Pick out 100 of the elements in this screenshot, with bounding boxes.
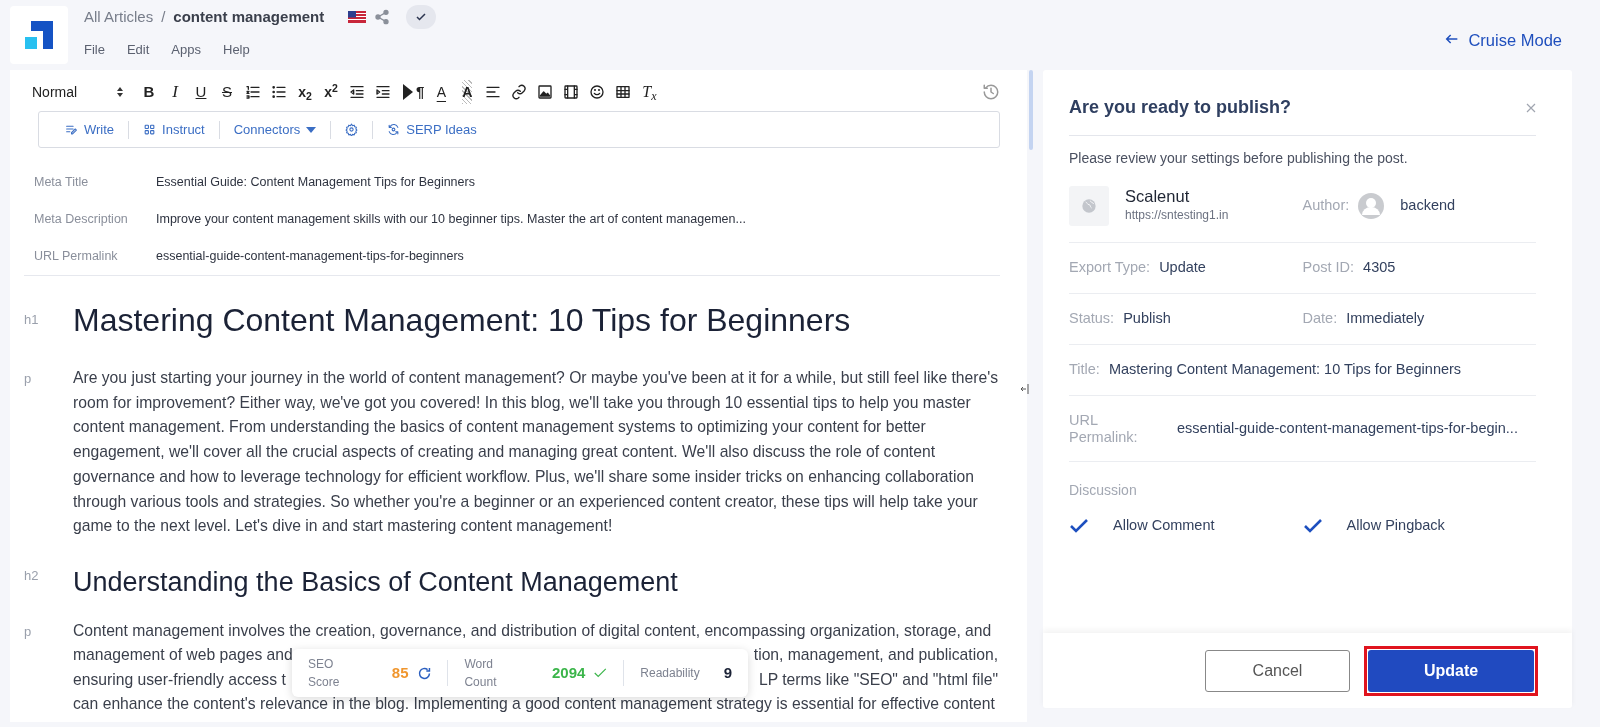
- serp-button[interactable]: SERP Ideas: [373, 119, 491, 140]
- field-label: Date:: [1302, 309, 1338, 329]
- article-title: content management: [173, 6, 325, 27]
- settings-icon: [345, 123, 359, 136]
- subscript-button[interactable]: x$_{2}$: [292, 80, 318, 104]
- strikethrough-button[interactable]: S: [214, 80, 240, 104]
- meta-value[interactable]: essential-guide-content-management-tips-for-beginners: [156, 247, 464, 266]
- avatar-icon: [1358, 192, 1385, 219]
- field-value: Mastering Content Management: 10 Tips for Beginners: [1108, 360, 1462, 380]
- text-color-button[interactable]: A: [428, 80, 455, 104]
- check-icon: [593, 667, 608, 679]
- field-value: backend: [1400, 195, 1456, 215]
- paragraph-line: tion, management, and publication,: [753, 645, 998, 666]
- field-label: Author:: [1302, 195, 1350, 215]
- check-icon: [415, 11, 428, 23]
- score-label: SEO Score: [308, 656, 341, 691]
- score-label: Word Count: [464, 656, 498, 691]
- table-icon: [615, 84, 632, 100]
- write-button[interactable]: Write: [51, 119, 129, 140]
- underline-button[interactable]: U: [188, 80, 214, 104]
- meta-value[interactable]: Essential Guide: Content Management Tips for Beginners: [156, 173, 475, 192]
- outdent-icon: [349, 84, 365, 100]
- text-direction-button[interactable]: ¶: [396, 80, 429, 104]
- cancel-button[interactable]: Cancel: [1205, 649, 1350, 692]
- paragraph-line: ensuring user-friendly access t: [73, 669, 286, 690]
- italic-button[interactable]: I: [162, 80, 188, 104]
- share-icon: [374, 9, 391, 25]
- meta-label: URL Permalink: [34, 248, 119, 266]
- flag-icon[interactable]: [348, 11, 367, 23]
- numbered-list-icon: [245, 84, 261, 100]
- update-button[interactable]: Update: [1368, 649, 1534, 692]
- field-value: Publish: [1123, 309, 1171, 329]
- connectors-dropdown[interactable]: Connectors: [219, 119, 331, 140]
- field-value: essential-guide-content-management-tips-for-begin...: [1177, 418, 1518, 438]
- checkbox[interactable]: [1069, 516, 1089, 535]
- highlight-button[interactable]: A: [454, 80, 481, 104]
- indent-icon: [375, 84, 391, 100]
- bold-button[interactable]: B: [136, 80, 162, 104]
- block-tag: p: [24, 366, 73, 539]
- article-heading: Mastering Content Management: 10 Tips for Beginners: [73, 301, 851, 340]
- dialog-subtitle: Please review your settings before publishing the post.: [1069, 149, 1409, 168]
- site-name: Scalenut: [1125, 186, 1191, 207]
- checkbox[interactable]: [1302, 516, 1323, 535]
- menu-item[interactable]: File: [84, 40, 105, 60]
- menu-item[interactable]: Help: [223, 40, 250, 60]
- field-label: URL Permalink:: [1069, 411, 1139, 446]
- image-icon: [537, 84, 554, 100]
- write-icon: [65, 123, 78, 136]
- format-select[interactable]: Normal: [28, 81, 128, 103]
- paragraph-line: management of web pages and: [73, 645, 293, 666]
- clear-format-button[interactable]: T$_{x}$: [636, 80, 663, 104]
- block-tag: h2: [24, 538, 73, 619]
- checkbox-label: Allow Pingback: [1346, 516, 1445, 535]
- resize-handle-icon[interactable]: [1021, 384, 1029, 394]
- score-value: 85: [391, 662, 409, 683]
- meta-label: Meta Description: [34, 211, 129, 229]
- field-label: Title:: [1069, 360, 1100, 380]
- site-url[interactable]: https://sntesting1.in: [1125, 206, 1229, 225]
- score-label: Readability: [640, 665, 700, 682]
- refresh-icon[interactable]: [416, 665, 432, 681]
- paragraph-line: can enhance the content's relevance in the blog. Implementing a good content management strategy is essential for effective content: [73, 694, 995, 715]
- block-tag: h1: [24, 276, 73, 366]
- block-tag: p: [24, 618, 73, 717]
- field-value: 4305: [1363, 258, 1396, 278]
- history-icon: [982, 83, 1000, 101]
- globe-icon: [1069, 185, 1109, 226]
- field-label: Post ID:: [1302, 258, 1355, 278]
- paragraph-line: LP terms like "SEO" and "html file": [758, 669, 998, 690]
- saved-button[interactable]: [406, 5, 437, 29]
- meta-value[interactable]: Improve your content management skills with our 10 beginner tips. Master the art of content managemen...: [156, 210, 746, 229]
- field-label: Status:: [1069, 309, 1115, 329]
- section-label: Discussion: [1069, 481, 1138, 500]
- align-left-icon: [485, 84, 502, 100]
- bullet-list-icon: [271, 84, 287, 100]
- refresh-search-icon: [387, 123, 401, 136]
- section-heading: Understanding the Basics of Content Management: [73, 565, 678, 599]
- field-value: Immediately: [1346, 309, 1425, 329]
- paragraph: Are you just starting your journey in the world of content management? Or maybe you've been at it for a while, but still feel like there's room for improvement? Either way, we've got you covered! In this blog, we'll take you through 10 essential tips to help you master content management. From understanding the basics of content management systems to optimizing your content for better engagement, we'll cover all the crucial aspects of creating and managing great content. We'll also discuss the role of content governance and how to leverage technology for efficient workflow. Plus, we'll share some insider tricks on enhancing collaboration through various tools and strategies. So whether you're a beginner or an experienced content creator, these tips will help take your game to the next level. Let's dive in and start mastering content management!: [73, 368, 1000, 537]
- menu-item[interactable]: Apps: [171, 40, 201, 60]
- link-icon: [511, 84, 528, 100]
- grid-icon: [143, 123, 157, 136]
- dialog-title: Are you ready to publish?: [1069, 96, 1292, 119]
- field-value: Update: [1159, 258, 1206, 278]
- film-icon: [563, 84, 580, 100]
- paragraph-line: Content management involves the creation, governance, and distribution of digital content, encompassing organization, storage, and: [73, 620, 992, 641]
- cruise-mode-link[interactable]: Cruise Mode: [1444, 28, 1562, 70]
- smiley-icon: [589, 84, 606, 100]
- score-value: 9: [723, 662, 732, 683]
- menu-item[interactable]: Edit: [126, 40, 150, 60]
- instruct-button[interactable]: Instruct: [129, 119, 219, 140]
- sort-caret-icon: [116, 86, 124, 98]
- superscript-button[interactable]: x$^{2}$: [318, 80, 344, 104]
- logo[interactable]: [10, 6, 68, 64]
- breadcrumb-link[interactable]: All Articles: [84, 5, 154, 29]
- caret-icon: [306, 126, 317, 133]
- meta-label: Meta Title: [34, 174, 90, 192]
- breadcrumb-separator: /: [161, 6, 166, 27]
- score-value: 2094: [552, 662, 586, 683]
- checkbox-label: Allow Comment: [1113, 516, 1215, 535]
- scrollbar[interactable]: [1029, 70, 1033, 150]
